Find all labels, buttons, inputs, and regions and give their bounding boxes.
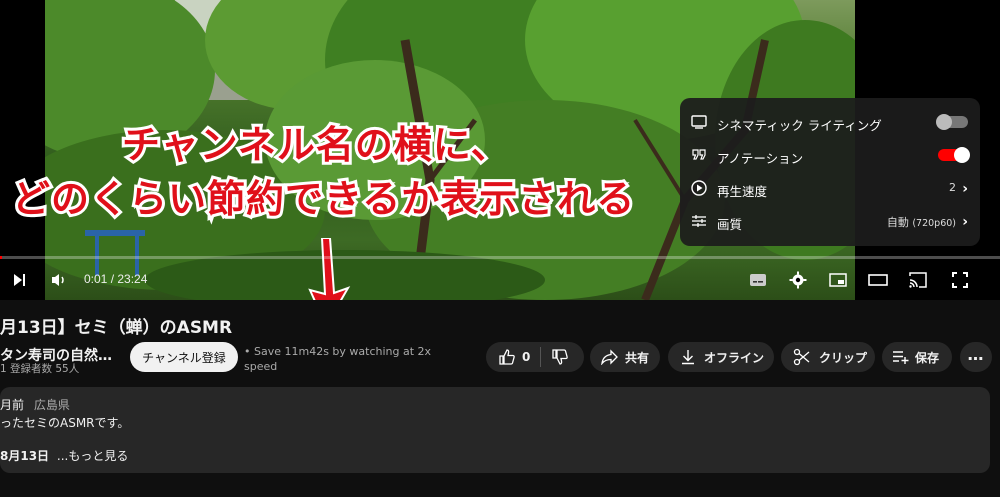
volume-icon <box>52 274 64 286</box>
setting-quality[interactable]: 画質 自動 (720p60) › <box>680 205 980 238</box>
fullscreen-button[interactable] <box>948 262 972 298</box>
quality-value-detail: (720p60) <box>912 218 956 229</box>
description-footer: 8月13日 ...もっと見る <box>0 447 128 464</box>
setting-label: 再生速度 <box>717 184 768 199</box>
description-box[interactable]: 月前 広島県 ったセミのASMRです。 8月13日 ...もっと見る <box>0 387 990 473</box>
save-button[interactable]: 保存 <box>882 342 952 372</box>
annotation-icon <box>692 149 706 160</box>
offline-button[interactable]: オフライン <box>668 342 774 372</box>
description-location: 広島県 <box>33 398 70 412</box>
subscribe-button[interactable]: チャンネル登録 <box>130 342 238 372</box>
miniplayer-button[interactable] <box>826 262 850 298</box>
progress-bar-fill <box>0 256 2 259</box>
share-button[interactable]: 共有 <box>590 342 660 372</box>
subscriber-count: 1 登録者数 55人 <box>0 363 80 375</box>
video-title: 月13日】セミ（蝉）のASMR <box>0 318 233 338</box>
chevron-right-icon: › <box>962 181 968 197</box>
tv-icon <box>691 115 707 129</box>
annotation-text-line2: どのくらい節約できるか表示される <box>9 177 637 221</box>
scissors-icon <box>793 348 810 366</box>
fullscreen-icon <box>952 272 968 288</box>
cast-icon <box>909 272 927 288</box>
skip-next-icon <box>14 274 25 286</box>
setting-label: シネマティック ライティング <box>717 118 882 133</box>
toggle-knob <box>954 147 970 163</box>
theater-mode-button[interactable] <box>866 262 890 298</box>
annotation-text-line1: チャンネル名の横に、 <box>119 123 512 167</box>
show-more-link[interactable]: ...もっと見る <box>57 449 128 463</box>
more-horizontal-icon: … <box>967 344 985 364</box>
settings-button[interactable] <box>786 262 810 298</box>
cast-button[interactable] <box>906 262 930 298</box>
playback-speed-icon <box>691 180 707 196</box>
description-meta: 月前 広島県 <box>0 396 70 413</box>
speed-value: 2 <box>949 181 956 194</box>
more-actions-button[interactable]: … <box>960 342 992 372</box>
thumbs-down-icon <box>552 349 569 365</box>
playlist-add-icon <box>893 351 909 364</box>
description-text: ったセミのASMRです。 <box>0 416 130 430</box>
save-label: 保存 <box>915 350 940 365</box>
chevron-right-icon: › <box>962 214 968 230</box>
offline-label: オフライン <box>704 350 765 365</box>
like-button[interactable]: 0 <box>498 348 530 366</box>
quality-value-main: 自動 <box>886 216 909 229</box>
quality-value: 自動 (720p60) <box>887 214 956 230</box>
miniplayer-icon <box>829 273 847 287</box>
share-label: 共有 <box>625 350 650 365</box>
setting-cinematic-lighting[interactable]: シネマティック ライティング <box>680 106 980 139</box>
toggle-knob <box>936 114 952 130</box>
cinematic-toggle[interactable] <box>936 114 968 130</box>
video-player[interactable]: チャンネル名の横に、 どのくらい節約できるか表示される シネマティック ライティ… <box>0 0 1000 300</box>
next-video-button[interactable] <box>6 262 32 298</box>
setting-label: アノテーション <box>717 151 804 166</box>
like-count: 0 <box>522 350 531 364</box>
setting-annotations[interactable]: アノテーション <box>680 139 980 172</box>
player-controls: 0:01 / 23:24 <box>0 262 1000 298</box>
quality-sliders-icon <box>692 215 706 227</box>
progress-bar[interactable] <box>0 256 1000 259</box>
thumbs-up-icon <box>499 349 515 365</box>
subtitles-button[interactable] <box>746 262 770 298</box>
subtitles-icon <box>750 274 766 286</box>
setting-label: 画質 <box>717 217 743 232</box>
description-date-tag: 8月13日 <box>0 449 50 463</box>
dislike-button[interactable] <box>551 348 569 366</box>
clip-label: クリップ <box>819 350 868 365</box>
setting-playback-speed[interactable]: 再生速度 2 › <box>680 172 980 205</box>
description-date: 月前 <box>0 398 25 412</box>
share-icon <box>601 349 618 365</box>
theater-mode-icon <box>868 274 888 286</box>
settings-menu: シネマティック ライティング アノテーション 再生速度 2 › 画質 自動 (7… <box>680 98 980 246</box>
download-icon <box>682 350 694 365</box>
time-display: 0:01 / 23:24 <box>84 272 148 286</box>
like-dislike-group: 0 <box>486 342 584 372</box>
like-divider <box>540 347 542 367</box>
mute-button[interactable] <box>46 262 72 298</box>
clip-button[interactable]: クリップ <box>781 342 875 372</box>
gear-icon <box>789 271 807 289</box>
time-save-note: • Save 11m42s by watching at 2x speed <box>244 345 432 373</box>
annotation-toggle[interactable] <box>938 147 970 163</box>
